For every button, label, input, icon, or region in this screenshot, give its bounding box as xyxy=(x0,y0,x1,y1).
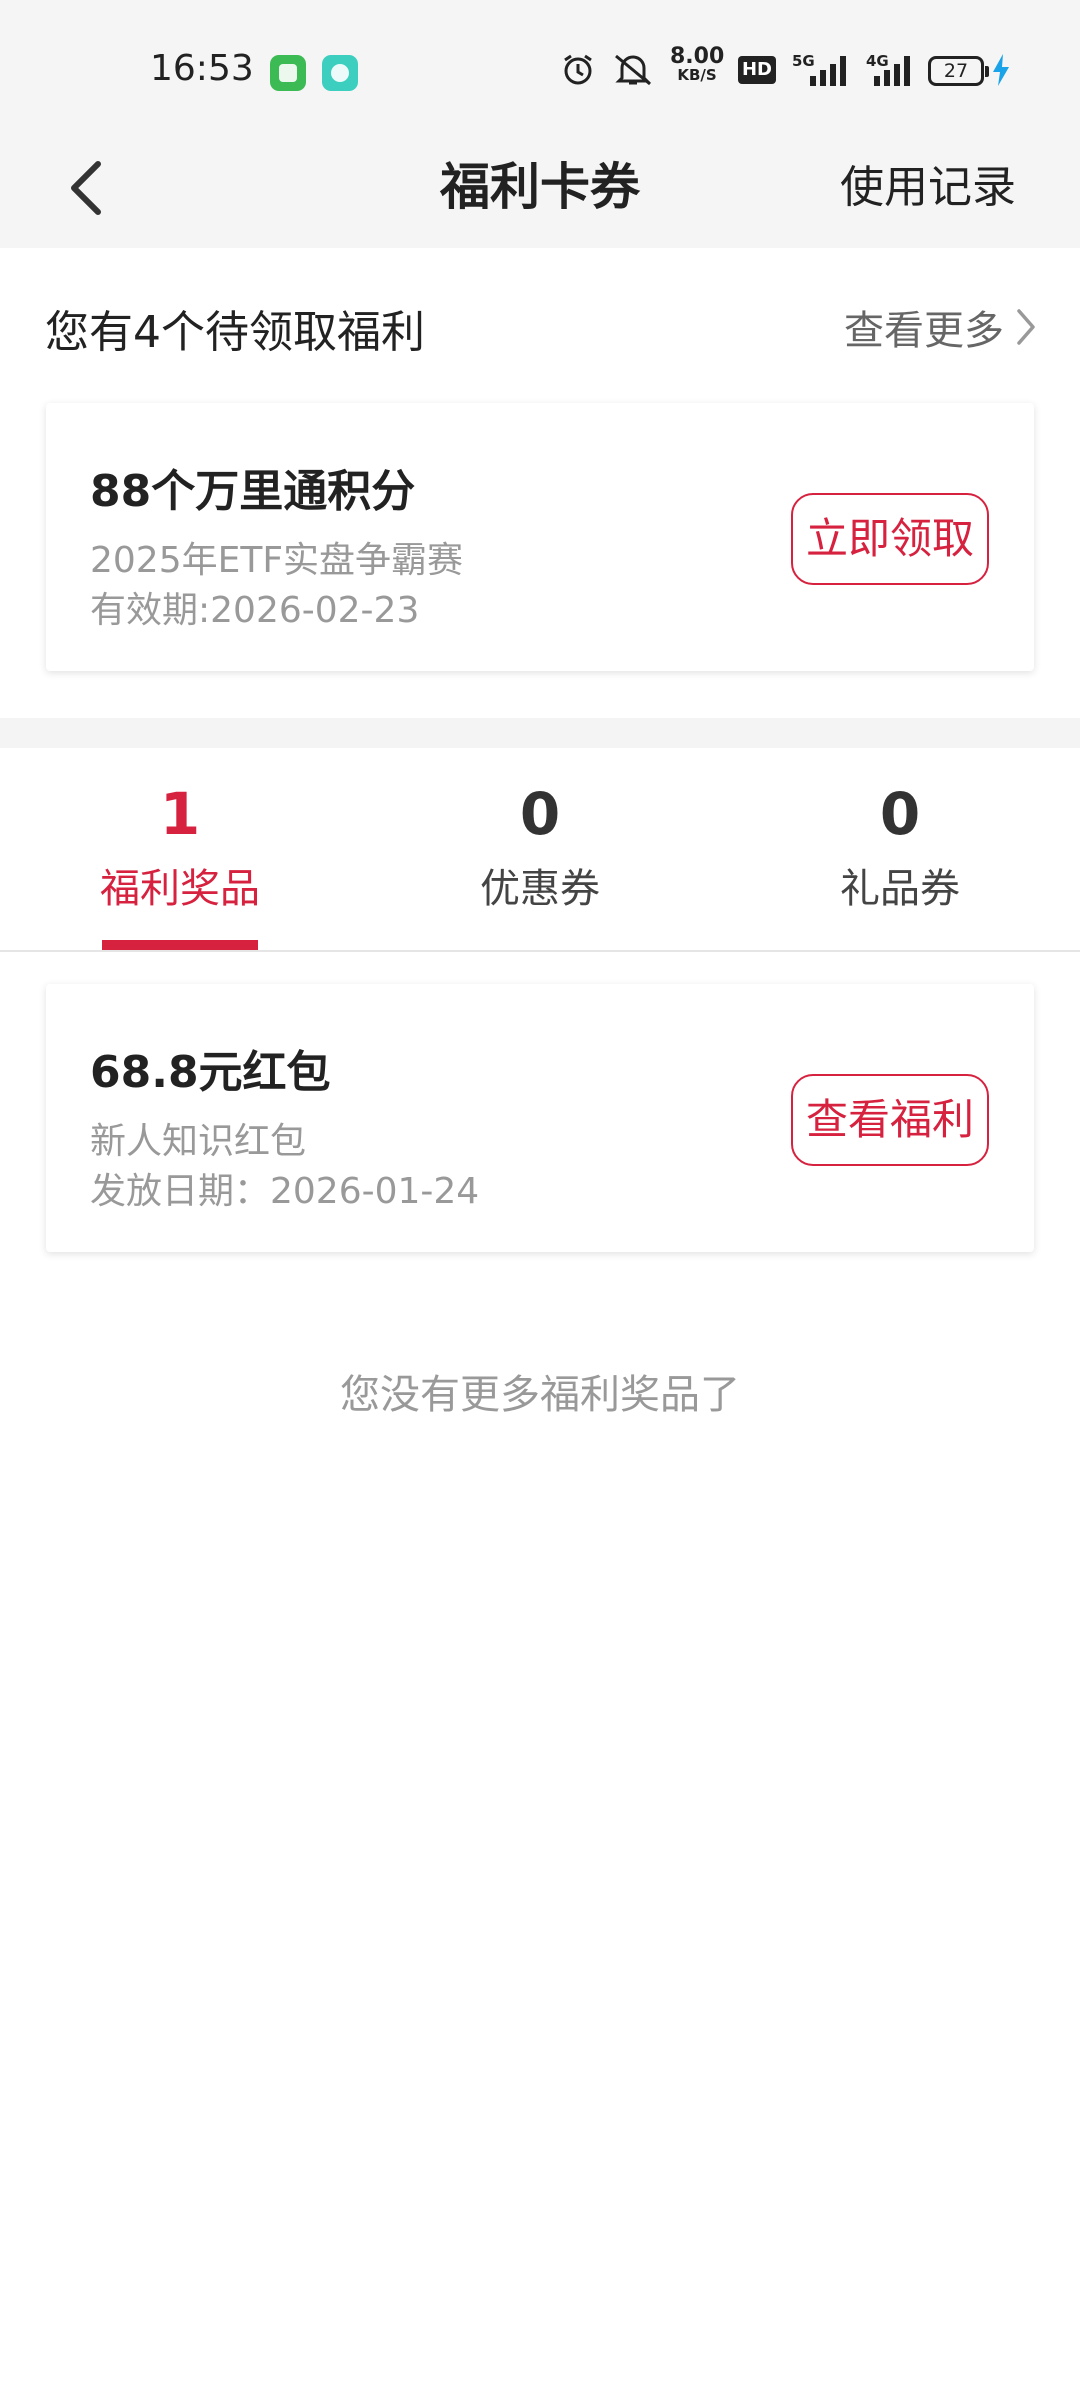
active-tab-indicator xyxy=(102,940,258,950)
tab-count: 1 xyxy=(159,780,201,848)
tab-label: 优惠券 xyxy=(480,866,600,912)
charging-icon xyxy=(993,54,1009,86)
pending-reward-card: 88个万里通积分 2025年ETF实盘争霸赛 有效期:2026-02-23 立即… xyxy=(46,403,1034,671)
back-arrow-icon[interactable] xyxy=(50,150,130,230)
tab-coupons[interactable]: 0 优惠券 xyxy=(360,748,720,950)
page-title: 福利卡券 xyxy=(440,158,640,216)
tab-welfare-prizes[interactable]: 1 福利奖品 xyxy=(0,748,360,950)
pending-rewards-text: 您有4个待领取福利 xyxy=(45,307,425,358)
message-app-icon xyxy=(270,55,306,91)
see-more-link[interactable]: 查看更多 xyxy=(844,298,1040,356)
network-speed: 8.00 KB/S xyxy=(670,44,725,84)
app-header: 福利卡券 使用记录 xyxy=(0,130,1080,248)
tab-label: 福利奖品 xyxy=(100,866,260,912)
battery-icon: 27 xyxy=(928,56,989,86)
tab-count: 0 xyxy=(879,780,921,848)
status-bar: 16:53 8.00 KB/S HD 5G 4G 27 xyxy=(0,0,1080,130)
alarm-icon xyxy=(564,54,592,85)
see-more-label: 查看更多 xyxy=(844,308,1004,354)
pending-rewards-row: 您有4个待领取福利 查看更多 xyxy=(0,248,1080,398)
signal-4g-icon xyxy=(874,56,910,86)
reward-tabs: 1 福利奖品 0 优惠券 0 礼品券 xyxy=(0,748,1080,952)
signal-5g-icon xyxy=(810,56,846,86)
tab-count: 0 xyxy=(519,780,561,848)
view-welfare-button[interactable]: 查看福利 xyxy=(791,1074,989,1166)
chevron-right-icon xyxy=(1017,309,1035,345)
no-more-note: 您没有更多福利奖品了 xyxy=(340,1372,740,1418)
card-title: 68.8元红包 xyxy=(90,1047,331,1098)
claim-now-button[interactable]: 立即领取 xyxy=(791,493,989,585)
hd-icon: HD xyxy=(738,56,776,84)
tab-label: 礼品券 xyxy=(840,866,960,912)
card-date: 发放日期：2026-01-24 xyxy=(90,1171,480,1212)
music-app-icon xyxy=(322,55,358,91)
mute-icon xyxy=(615,54,651,86)
tab-gift-vouchers[interactable]: 0 礼品券 xyxy=(720,748,1080,950)
section-divider xyxy=(0,718,1080,748)
card-subtitle: 新人知识红包 xyxy=(90,1121,307,1162)
card-subtitle: 2025年ETF实盘争霸赛 xyxy=(90,540,464,581)
usage-record-link[interactable]: 使用记录 xyxy=(840,158,1016,218)
reward-card: 68.8元红包 新人知识红包 发放日期：2026-01-24 查看福利 xyxy=(46,984,1034,1252)
status-time: 16:53 xyxy=(150,48,254,89)
card-title: 88个万里通积分 xyxy=(90,466,416,517)
card-validity: 有效期:2026-02-23 xyxy=(90,590,420,631)
